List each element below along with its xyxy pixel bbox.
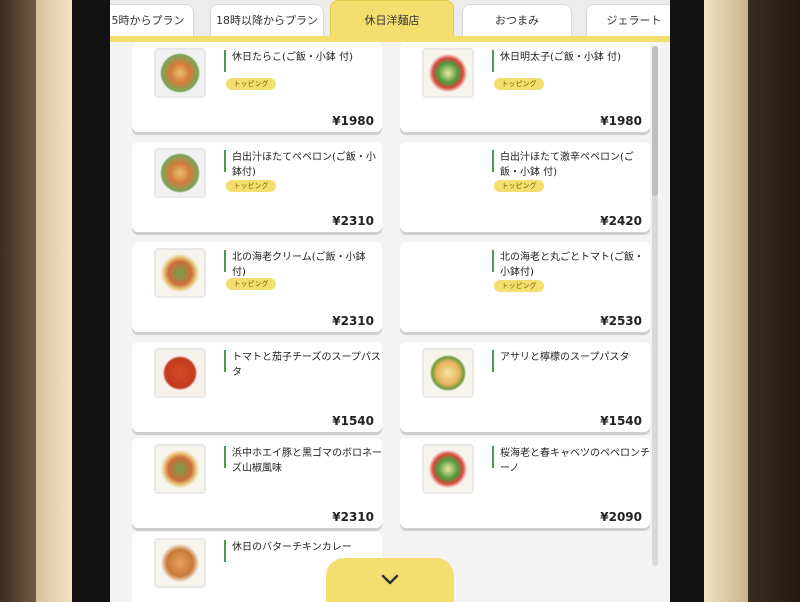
topping-badge: トッピング (494, 280, 544, 292)
menu-item-price: ¥2090 (600, 510, 642, 524)
menu-item-name: 白出汁ほたてペペロン(ご飯・小鉢付) (232, 152, 376, 178)
tab-label: ジェラート (606, 14, 662, 27)
topping-badge: トッピング (226, 278, 276, 290)
divider (492, 350, 494, 372)
tab-5ji-plan[interactable]: 5時からプラン (110, 4, 194, 36)
menu-item[interactable]: 白出汁ほたて激辛ペペロン(ご飯・小鉢 付) トッピング ¥2420 (400, 142, 650, 232)
menu-item-price: ¥2420 (600, 214, 642, 228)
pasta-dish-icon (154, 248, 206, 298)
divider (224, 540, 226, 562)
menu-item[interactable]: 休日たらこ(ご飯・小鉢 付) トッピング ¥1980 (132, 42, 382, 132)
menu-item-name: 白出汁ほたて激辛ペペロン(ご飯・小鉢 付) (500, 152, 634, 178)
topping-badge: トッピング (494, 180, 544, 192)
menu-item-name: アサリと檸檬のスープパスタ (500, 352, 630, 363)
menu-item[interactable]: 休日明太子(ご飯・小鉢 付) トッピング ¥1980 (400, 42, 650, 132)
category-tabs: 5時からプラン 18時以降からプラン 休日洋麺店 おつまみ ジェラート (110, 0, 670, 42)
pasta-dish-icon (154, 148, 206, 198)
background-wall-right (748, 0, 800, 602)
menu-item-name: 北の海老クリーム(ご飯・小鉢 付) (232, 252, 366, 278)
tab-label: 5時からプラン (111, 14, 185, 27)
divider (492, 250, 494, 272)
topping-badge: トッピング (226, 180, 276, 192)
menu-item-name: 休日のバターチキンカレー (232, 542, 352, 553)
menu-item-price: ¥2310 (332, 510, 374, 524)
kiosk-screen: 5時からプラン 18時以降からプラン 休日洋麺店 おつまみ ジェラート 休日たら… (110, 0, 670, 602)
menu-item-name: 浜中ホエイ豚と黒ゴマのボロネーズ山椒風味 (232, 448, 382, 474)
menu-item-name: 桜海老と春キャベツのペペロンチーノ (500, 448, 650, 474)
menu-item-price: ¥1980 (332, 114, 374, 128)
tab-kyujitsu-yomenten[interactable]: 休日洋麺店 (330, 0, 454, 40)
divider (224, 446, 226, 468)
menu-item-price: ¥1980 (600, 114, 642, 128)
chevron-down-icon (381, 571, 399, 590)
topping-badge: トッピング (494, 78, 544, 90)
topping-badge: トッピング (226, 78, 276, 90)
background-wall-left (0, 0, 40, 602)
menu-item[interactable]: 北の海老クリーム(ご飯・小鉢 付) トッピング ¥2310 (132, 242, 382, 332)
menu-item[interactable]: 白出汁ほたてペペロン(ご飯・小鉢付) トッピング ¥2310 (132, 142, 382, 232)
divider (224, 50, 226, 72)
menu-item[interactable]: 桜海老と春キャベツのペペロンチーノ ¥2090 (400, 438, 650, 528)
bolognese-dish-icon (154, 444, 206, 494)
menu-item-price: ¥1540 (332, 414, 374, 428)
menu-item-price: ¥2530 (600, 314, 642, 328)
menu-item-name: 休日明太子(ご飯・小鉢 付) (500, 52, 621, 63)
scrollbar-thumb[interactable] (652, 46, 658, 196)
peperoncino-dish-icon (422, 444, 474, 494)
tab-gelato[interactable]: ジェラート (586, 4, 670, 36)
divider (224, 250, 226, 272)
curry-dish-icon (154, 538, 206, 588)
pasta-dish-icon (154, 48, 206, 98)
kiosk-frame-left (36, 0, 72, 602)
divider (492, 150, 494, 172)
scroll-down-button[interactable] (326, 558, 454, 602)
menu-item[interactable]: 北の海老と丸ごとトマト(ご飯・小鉢付) トッピング ¥2530 (400, 242, 650, 332)
tab-label: おつまみ (495, 14, 539, 27)
menu-grid: 休日たらこ(ご飯・小鉢 付) トッピング ¥1980 休日明太子(ご飯・小鉢 付… (110, 42, 670, 602)
menu-item-price: ¥2310 (332, 314, 374, 328)
tomato-soup-dish-icon (154, 348, 206, 398)
menu-item[interactable]: 浜中ホエイ豚と黒ゴマのボロネーズ山椒風味 ¥2310 (132, 438, 382, 528)
tab-18ji-plan[interactable]: 18時以降からプラン (210, 4, 324, 36)
menu-item-name: 北の海老と丸ごとトマト(ご飯・小鉢付) (500, 252, 644, 278)
divider (224, 150, 226, 172)
divider (224, 350, 226, 372)
menu-item-name: トマトと茄子チーズのスープパスタ (232, 352, 381, 378)
divider (492, 446, 494, 468)
tab-label: 18時以降からプラン (216, 14, 318, 27)
clam-soup-dish-icon (422, 348, 474, 398)
tab-otsumami[interactable]: おつまみ (462, 4, 572, 36)
menu-item-price: ¥1540 (600, 414, 642, 428)
tab-label: 休日洋麺店 (364, 14, 420, 27)
divider (492, 50, 494, 72)
menu-item-name: 休日たらこ(ご飯・小鉢 付) (232, 52, 353, 63)
menu-item[interactable]: トマトと茄子チーズのスープパスタ ¥1540 (132, 342, 382, 432)
salad-dish-icon (422, 48, 474, 98)
menu-item[interactable]: アサリと檸檬のスープパスタ ¥1540 (400, 342, 650, 432)
kiosk-frame-right (704, 0, 748, 602)
menu-item-price: ¥2310 (332, 214, 374, 228)
